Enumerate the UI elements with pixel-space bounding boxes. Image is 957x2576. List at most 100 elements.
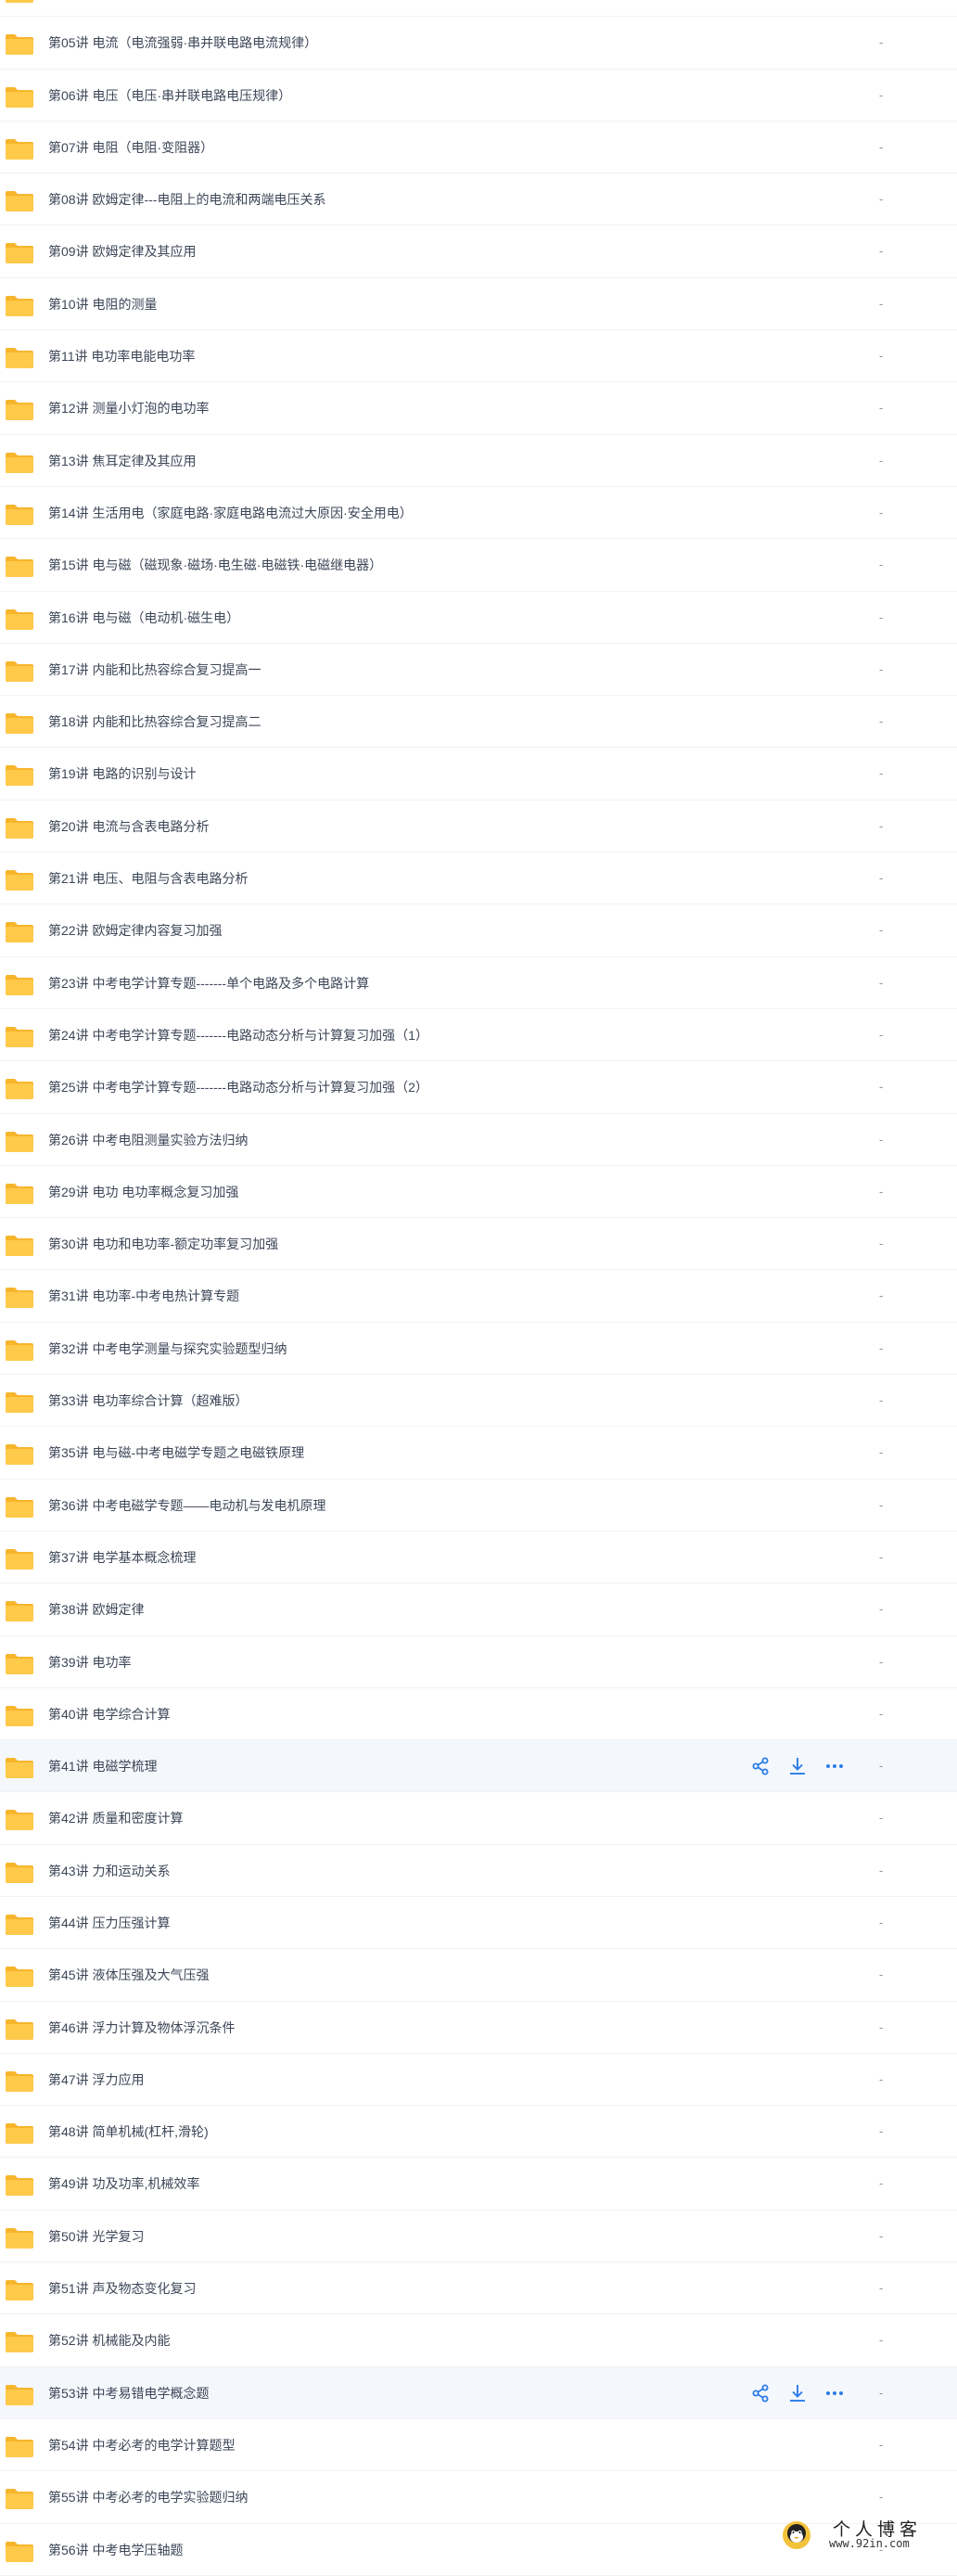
file-row[interactable]: 第41讲 电磁学梳理 -	[0, 1740, 957, 1793]
file-row[interactable]: 第47讲 浮力应用 -	[0, 2054, 957, 2107]
file-name[interactable]: 第13讲 焦耳定律及其应用	[48, 435, 196, 487]
file-row[interactable]: 第20讲 电流与含表电路分析 -	[0, 801, 957, 853]
file-name[interactable]: 第56讲 中考电学压轴题	[48, 2524, 183, 2576]
file-name[interactable]: 第45讲 液体压强及大气压强	[48, 1949, 209, 2001]
file-name[interactable]: 第36讲 中考电磁学专题——电动机与发电机原理	[48, 1480, 325, 1532]
file-name[interactable]: 第09讲 欧姆定律及其应用	[48, 225, 196, 277]
file-name[interactable]: 第47讲 浮力应用	[48, 2054, 144, 2106]
file-name[interactable]: 第10讲 电阻的测量	[48, 278, 157, 330]
file-name[interactable]: 第11讲 电功率电能电功率	[48, 330, 195, 382]
file-row[interactable]: 第36讲 中考电磁学专题——电动机与发电机原理 -	[0, 1480, 957, 1532]
file-row[interactable]: 第44讲 压力压强计算 -	[0, 1897, 957, 1950]
file-name[interactable]: 第44讲 压力压强计算	[48, 1897, 170, 1949]
file-name[interactable]: 第08讲 欧姆定律---电阻上的电流和两端电压关系	[48, 173, 325, 225]
file-name[interactable]: 第24讲 中考电学计算专题-------电路动态分析与计算复习加强（1）	[48, 1009, 428, 1061]
file-name[interactable]: 第15讲 电与磁（磁现象·磁场·电生磁·电磁铁·电磁继电器）	[48, 539, 382, 591]
file-name[interactable]: 第48讲 简单机械(杠杆,滑轮)	[48, 2106, 209, 2158]
file-row[interactable]: 第16讲 电与磁（电动机·磁生电） -	[0, 592, 957, 644]
file-name[interactable]: 第51讲 声及物态变化复习	[48, 2262, 196, 2314]
download-icon[interactable]	[786, 2382, 809, 2404]
file-name[interactable]: 第12讲 测量小灯泡的电功率	[48, 382, 209, 434]
file-row[interactable]: 第15讲 电与磁（磁现象·磁场·电生磁·电磁铁·电磁继电器） -	[0, 539, 957, 592]
more-icon[interactable]	[823, 2382, 846, 2404]
file-row[interactable]: 第22讲 欧姆定律内容复习加强 -	[0, 904, 957, 957]
file-name[interactable]: 第35讲 电与磁-中考电磁学专题之电磁铁原理	[48, 1427, 304, 1479]
file-row[interactable]: 第39讲 电功率 -	[0, 1636, 957, 1688]
file-row[interactable]: 第48讲 简单机械(杠杆,滑轮) -	[0, 2106, 957, 2159]
file-row[interactable]: 第19讲 电路的识别与设计 -	[0, 748, 957, 801]
file-row[interactable]: 第49讲 功及功率,机械效率 -	[0, 2158, 957, 2211]
file-row[interactable]: 第53讲 中考易错电学概念题 -	[0, 2366, 957, 2419]
file-name[interactable]: 第17讲 内能和比热容综合复习提高一	[48, 644, 261, 696]
file-row[interactable]: 第45讲 液体压强及大气压强 -	[0, 1949, 957, 2002]
file-name[interactable]: 第25讲 中考电学计算专题-------电路动态分析与计算复习加强（2）	[48, 1061, 428, 1113]
file-name[interactable]: 第49讲 功及功率,机械效率	[48, 2158, 199, 2210]
file-name[interactable]: 第32讲 中考电学测量与探究实验题型归纳	[48, 1323, 287, 1375]
file-name[interactable]: 第40讲 电学综合计算	[48, 1688, 170, 1740]
file-row[interactable]: 第32讲 中考电学测量与探究实验题型归纳 -	[0, 1323, 957, 1376]
download-icon[interactable]	[786, 1755, 809, 1777]
file-row[interactable]: 第08讲 欧姆定律---电阻上的电流和两端电压关系 -	[0, 173, 957, 226]
file-name[interactable]: 第07讲 电阻（电阻·变阻器）	[48, 122, 213, 173]
file-row[interactable]: 第04讲 （partial row, top edge）	[0, 0, 957, 18]
file-name[interactable]: 第55讲 中考必考的电学实验题归纳	[48, 2471, 248, 2523]
file-row[interactable]: 第25讲 中考电学计算专题-------电路动态分析与计算复习加强（2） -	[0, 1061, 957, 1114]
file-name[interactable]: 第19讲 电路的识别与设计	[48, 748, 196, 800]
file-name[interactable]: 第20讲 电流与含表电路分析	[48, 801, 209, 852]
file-name[interactable]: 第37讲 电学基本概念梳理	[48, 1532, 196, 1583]
file-row[interactable]: 第06讲 电压（电压·串并联电路电压规律） -	[0, 70, 957, 122]
file-row[interactable]: 第29讲 电功 电功率概念复习加强 -	[0, 1166, 957, 1219]
file-row[interactable]: 第37讲 电学基本概念梳理 -	[0, 1532, 957, 1584]
file-name[interactable]: 第41讲 电磁学梳理	[48, 1740, 157, 1792]
file-row[interactable]: 第52讲 机械能及内能 -	[0, 2314, 957, 2367]
file-row[interactable]: 第46讲 浮力计算及物体浮沉条件 -	[0, 2002, 957, 2054]
file-name[interactable]: 第06讲 电压（电压·串并联电路电压规律）	[48, 70, 291, 122]
file-row[interactable]: 第07讲 电阻（电阻·变阻器） -	[0, 122, 957, 174]
file-row[interactable]: 第23讲 中考电学计算专题-------单个电路及多个电路计算 -	[0, 957, 957, 1009]
file-name[interactable]: 第50讲 光学复习	[48, 2211, 144, 2262]
file-name[interactable]: 第42讲 质量和密度计算	[48, 1792, 183, 1844]
file-name[interactable]: 第05讲 电流（电流强弱·串并联电路电流规律）	[48, 17, 317, 69]
file-row[interactable]: 第18讲 内能和比热容综合复习提高二 -	[0, 696, 957, 749]
file-row[interactable]: 第31讲 电功率-中考电热计算专题 -	[0, 1270, 957, 1323]
file-name[interactable]: 第54讲 中考必考的电学计算题型	[48, 2419, 235, 2471]
share-icon[interactable]	[749, 1755, 772, 1777]
file-name[interactable]: 第23讲 中考电学计算专题-------单个电路及多个电路计算	[48, 957, 369, 1009]
file-name[interactable]: 第22讲 欧姆定律内容复习加强	[48, 904, 222, 956]
file-row[interactable]: 第38讲 欧姆定律 -	[0, 1583, 957, 1636]
file-name[interactable]: 第33讲 电功率综合计算（超难版）	[48, 1375, 248, 1427]
file-row[interactable]: 第24讲 中考电学计算专题-------电路动态分析与计算复习加强（1） -	[0, 1009, 957, 1062]
file-row[interactable]: 第21讲 电压、电阻与含表电路分析 -	[0, 852, 957, 905]
file-name[interactable]: 第53讲 中考易错电学概念题	[48, 2367, 209, 2419]
file-row[interactable]: 第13讲 焦耳定律及其应用 -	[0, 435, 957, 487]
file-row[interactable]: 第05讲 电流（电流强弱·串并联电路电流规律） -	[0, 17, 957, 70]
file-row[interactable]: 第42讲 质量和密度计算 -	[0, 1792, 957, 1845]
file-name[interactable]: 第46讲 浮力计算及物体浮沉条件	[48, 2002, 235, 2054]
share-icon[interactable]	[749, 2382, 772, 2404]
file-row[interactable]: 第35讲 电与磁-中考电磁学专题之电磁铁原理 -	[0, 1427, 957, 1480]
file-name[interactable]: 第16讲 电与磁（电动机·磁生电）	[48, 592, 239, 644]
file-row[interactable]: 第33讲 电功率综合计算（超难版） -	[0, 1375, 957, 1428]
file-row[interactable]: 第51讲 声及物态变化复习 -	[0, 2262, 957, 2315]
file-row[interactable]: 第17讲 内能和比热容综合复习提高一 -	[0, 644, 957, 697]
file-name[interactable]: 第18讲 内能和比热容综合复习提高二	[48, 696, 261, 748]
file-name[interactable]: 第31讲 电功率-中考电热计算专题	[48, 1270, 239, 1322]
file-row[interactable]: 第30讲 电功和电功率-额定功率复习加强 -	[0, 1218, 957, 1271]
file-name[interactable]: 第43讲 力和运动关系	[48, 1845, 170, 1897]
file-row[interactable]: 第43讲 力和运动关系 -	[0, 1845, 957, 1897]
file-row[interactable]: 第11讲 电功率电能电功率 -	[0, 330, 957, 383]
file-name[interactable]: 第39讲 电功率	[48, 1636, 131, 1688]
file-name[interactable]: 第29讲 电功 电功率概念复习加强	[48, 1166, 238, 1218]
file-name[interactable]: 第04讲 （partial row, top edge）	[48, 0, 236, 17]
file-row[interactable]: 第50讲 光学复习 -	[0, 2211, 957, 2263]
file-name[interactable]: 第38讲 欧姆定律	[48, 1583, 144, 1635]
file-name[interactable]: 第52讲 机械能及内能	[48, 2314, 170, 2366]
file-name[interactable]: 第21讲 电压、电阻与含表电路分析	[48, 852, 248, 904]
file-row[interactable]: 第09讲 欧姆定律及其应用 -	[0, 225, 957, 278]
file-row[interactable]: 第12讲 测量小灯泡的电功率 -	[0, 382, 957, 435]
file-name[interactable]: 第30讲 电功和电功率-额定功率复习加强	[48, 1218, 278, 1270]
file-row[interactable]: 第54讲 中考必考的电学计算题型 -	[0, 2419, 957, 2472]
file-name[interactable]: 第14讲 生活用电（家庭电路·家庭电路电流过大原因·安全用电）	[48, 487, 413, 539]
more-icon[interactable]	[823, 1755, 846, 1777]
file-row[interactable]: 第10讲 电阻的测量 -	[0, 278, 957, 331]
